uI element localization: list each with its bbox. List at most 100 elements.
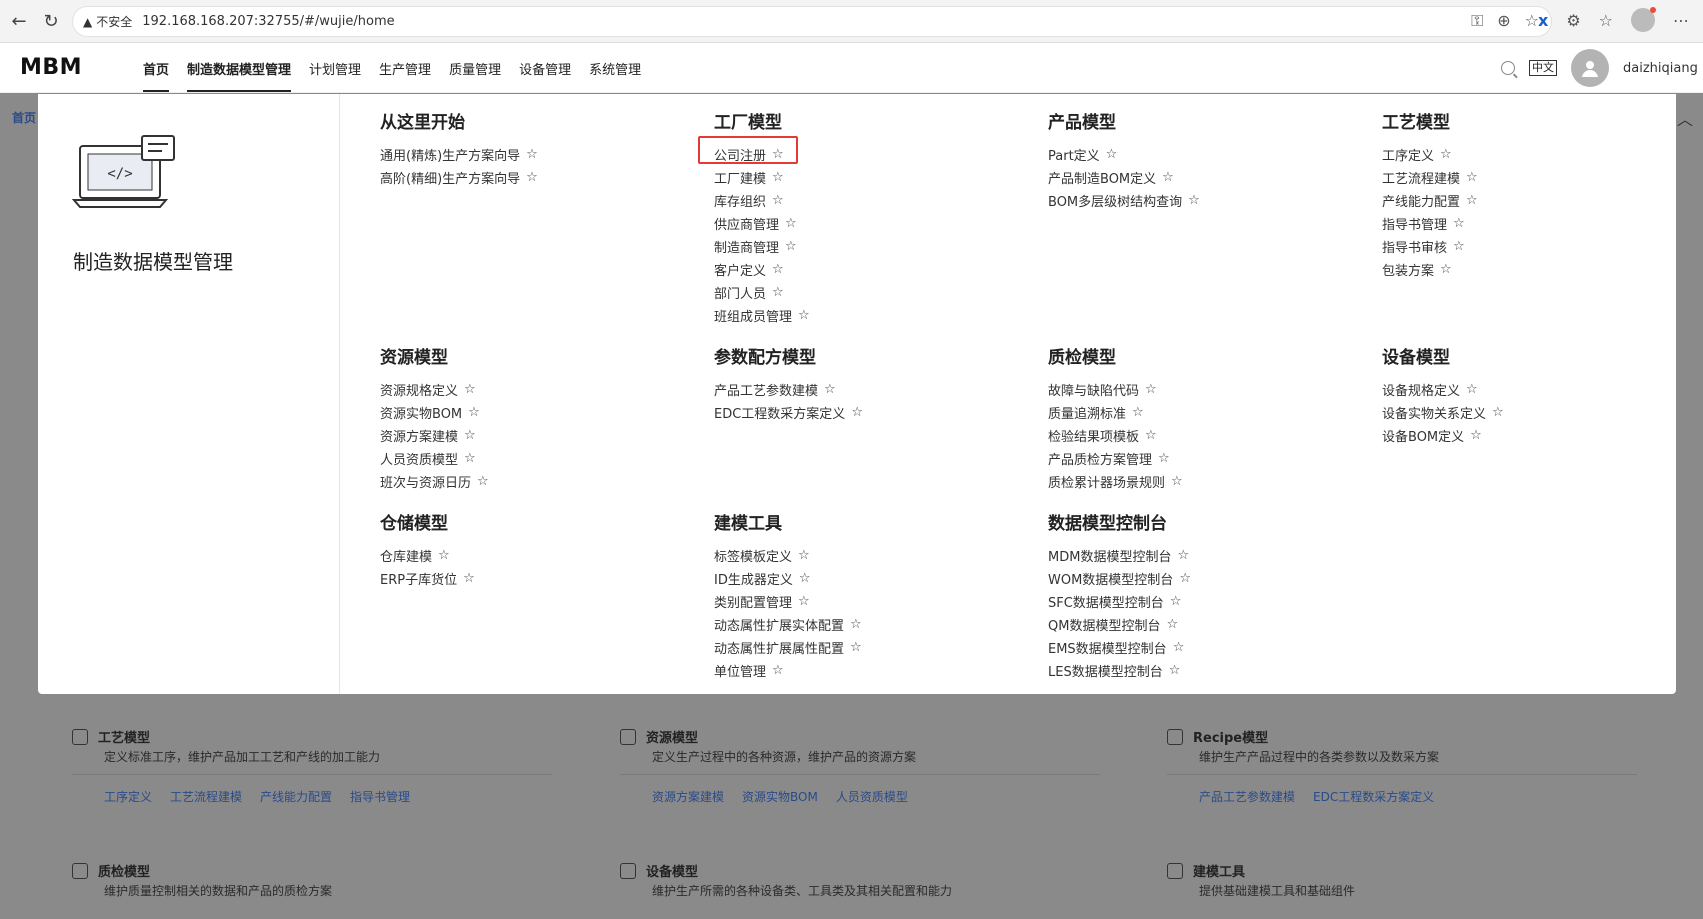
star-icon[interactable]: ☆ [1173, 640, 1185, 655]
star-icon[interactable]: ☆ [526, 170, 538, 185]
star-icon[interactable]: ☆ [772, 285, 784, 300]
extensions-icon[interactable]: ⚙ [1566, 11, 1580, 30]
star-icon[interactable]: ☆ [799, 571, 811, 586]
card-link[interactable]: 资源方案建模 [652, 788, 724, 805]
menu-link[interactable]: BOM多层级树结构查询 ☆ [1048, 189, 1200, 212]
card-title[interactable]: 资源模型 [620, 727, 698, 746]
menu-link[interactable]: 库存组织 ☆ [714, 189, 810, 212]
menu-link[interactable]: 通用(精炼)生产方案向导 ☆ [380, 143, 538, 166]
address-bar[interactable]: ▲ 不安全 192.168.168.207:32755/#/wujie/home… [72, 6, 1552, 37]
menu-link[interactable]: 客户定义 ☆ [714, 258, 810, 281]
menu-link[interactable]: 质量追溯标准 ☆ [1048, 401, 1183, 424]
star-icon[interactable]: ☆ [1132, 405, 1144, 420]
star-icon[interactable]: ☆ [1492, 405, 1504, 420]
star-icon[interactable]: ☆ [468, 405, 480, 420]
star-icon[interactable]: ☆ [1188, 193, 1200, 208]
star-icon[interactable]: ☆ [824, 382, 836, 397]
menu-link[interactable]: ERP子库货位 ☆ [380, 567, 475, 590]
menu-link[interactable]: 班次与资源日历 ☆ [380, 470, 489, 493]
star-icon[interactable]: ☆ [1177, 548, 1189, 563]
star-icon[interactable]: ☆ [772, 193, 784, 208]
menu-link[interactable]: 仓库建模 ☆ [380, 544, 475, 567]
nav-plan[interactable]: 计划管理 [309, 43, 361, 93]
reload-icon[interactable]: ↻ [38, 8, 64, 34]
menu-link[interactable]: EDC工程数采方案定义 ☆ [714, 401, 863, 424]
card-link[interactable]: 产线能力配置 [260, 788, 332, 805]
menu-link[interactable]: Part定义 ☆ [1048, 143, 1200, 166]
star-icon[interactable]: ☆ [477, 474, 489, 489]
menu-link[interactable]: 设备实物关系定义 ☆ [1382, 401, 1504, 424]
menu-link[interactable]: WOM数据模型控制台 ☆ [1048, 567, 1191, 590]
app-logo[interactable]: MBM [20, 55, 82, 80]
menu-link[interactable]: 产品质检方案管理 ☆ [1048, 447, 1183, 470]
star-icon[interactable]: ☆ [464, 428, 476, 443]
back-icon[interactable]: ← [6, 8, 32, 34]
collapse-caret-icon[interactable]: ︿ [1677, 106, 1693, 130]
menu-link[interactable]: LES数据模型控制台 ☆ [1048, 659, 1191, 682]
card-link[interactable]: 资源实物BOM [742, 788, 818, 805]
card-link[interactable]: 工序定义 [104, 788, 152, 805]
star-icon[interactable]: ☆ [1453, 239, 1465, 254]
star-icon[interactable]: ☆ [1169, 663, 1181, 678]
menu-link[interactable]: 包装方案 ☆ [1382, 258, 1478, 281]
more-icon[interactable]: ⋯ [1673, 11, 1689, 30]
star-icon[interactable]: ☆ [1466, 170, 1478, 185]
menu-link[interactable]: EMS数据模型控制台 ☆ [1048, 636, 1191, 659]
card-title[interactable]: 设备模型 [620, 861, 698, 880]
menu-link[interactable]: 资源方案建模 ☆ [380, 424, 489, 447]
favorites-icon[interactable]: ☆ [1599, 11, 1613, 30]
nav-data-model[interactable]: 制造数据模型管理 [187, 43, 292, 93]
menu-link[interactable]: 工序定义 ☆ [1382, 143, 1478, 166]
security-warning[interactable]: ▲ 不安全 [83, 13, 132, 30]
key-icon[interactable]: ⚿ [1471, 11, 1483, 31]
menu-link[interactable]: 部门人员 ☆ [714, 281, 810, 304]
menu-link[interactable]: 制造商管理 ☆ [714, 235, 810, 258]
menu-link[interactable]: 检验结果项模板 ☆ [1048, 424, 1183, 447]
user-name[interactable]: daizhiqiang [1623, 61, 1703, 76]
card-link[interactable]: 工艺流程建模 [170, 788, 242, 805]
card-link[interactable]: 产品工艺参数建模 [1199, 788, 1295, 805]
menu-link[interactable]: 供应商管理 ☆ [714, 212, 810, 235]
bookmark-star-icon[interactable]: ☆ [1525, 11, 1539, 31]
menu-link[interactable]: 产品工艺参数建模 ☆ [714, 378, 863, 401]
star-icon[interactable]: ☆ [1145, 382, 1157, 397]
star-icon[interactable]: ☆ [463, 571, 475, 586]
card-title[interactable]: 工艺模型 [72, 727, 150, 746]
menu-link[interactable]: 故障与缺陷代码 ☆ [1048, 378, 1183, 401]
card-link[interactable]: 人员资质模型 [836, 788, 908, 805]
star-icon[interactable]: ☆ [1170, 594, 1182, 609]
menu-link[interactable]: QM数据模型控制台 ☆ [1048, 613, 1191, 636]
star-icon[interactable]: ☆ [464, 451, 476, 466]
star-icon[interactable]: ☆ [1162, 170, 1174, 185]
menu-link[interactable]: 产品制造BOM定义 ☆ [1048, 166, 1200, 189]
search-icon[interactable] [1501, 61, 1515, 75]
star-icon[interactable]: ☆ [850, 617, 862, 632]
menu-link[interactable]: MDM数据模型控制台 ☆ [1048, 544, 1191, 567]
star-icon[interactable]: ☆ [1166, 617, 1178, 632]
star-icon[interactable]: ☆ [798, 308, 810, 323]
card-link[interactable]: 指导书管理 [350, 788, 410, 805]
star-icon[interactable]: ☆ [851, 405, 863, 420]
star-icon[interactable]: ☆ [1106, 147, 1118, 162]
menu-link[interactable]: 单位管理 ☆ [714, 659, 862, 682]
star-icon[interactable]: ☆ [772, 262, 784, 277]
menu-link[interactable]: 指导书管理 ☆ [1382, 212, 1478, 235]
star-icon[interactable]: ☆ [1158, 451, 1170, 466]
menu-link[interactable]: 标签模板定义 ☆ [714, 544, 862, 567]
star-icon[interactable]: ☆ [1440, 147, 1452, 162]
nav-production[interactable]: 生产管理 [379, 43, 431, 93]
star-icon[interactable]: ☆ [1171, 474, 1183, 489]
star-icon[interactable]: ☆ [1453, 216, 1465, 231]
menu-link[interactable]: 班组成员管理 ☆ [714, 304, 810, 327]
menu-link[interactable]: 工艺流程建模 ☆ [1382, 166, 1478, 189]
star-icon[interactable]: ☆ [464, 382, 476, 397]
star-icon[interactable]: ☆ [798, 594, 810, 609]
star-icon[interactable]: ☆ [1470, 428, 1482, 443]
zoom-icon[interactable]: ⊕ [1497, 11, 1510, 31]
menu-link[interactable]: 类别配置管理 ☆ [714, 590, 862, 613]
card-title[interactable]: 质检模型 [72, 861, 150, 880]
menu-link[interactable]: 资源实物BOM ☆ [380, 401, 489, 424]
nav-home[interactable]: 首页 [143, 43, 170, 93]
star-icon[interactable]: ☆ [1466, 382, 1478, 397]
menu-link[interactable]: 设备规格定义 ☆ [1382, 378, 1504, 401]
